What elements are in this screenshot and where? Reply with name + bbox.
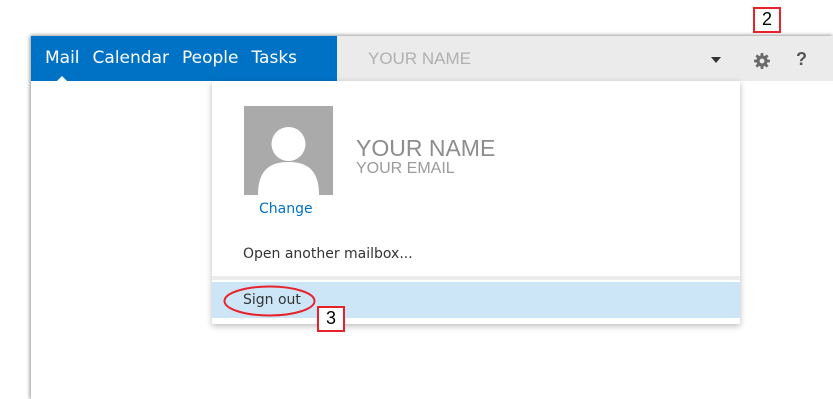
profile-email: YOUR EMAIL: [356, 160, 455, 177]
gear-icon[interactable]: [753, 52, 771, 70]
tab-tasks[interactable]: Tasks: [251, 36, 297, 81]
change-photo-link[interactable]: Change: [259, 201, 313, 217]
person-silhouette-icon: [244, 106, 333, 195]
profile-name: YOUR NAME: [356, 135, 496, 161]
callout-step-3: 3: [317, 306, 345, 332]
tab-mail[interactable]: Mail: [45, 36, 80, 81]
app-nav: Mail Calendar People Tasks: [31, 36, 337, 81]
callout-step-2: 2: [753, 7, 781, 33]
account-dropdown: Change YOUR NAME YOUR EMAIL Open another…: [212, 81, 740, 324]
tab-calendar[interactable]: Calendar: [93, 36, 169, 81]
tab-people[interactable]: People: [182, 36, 238, 81]
sign-out-button[interactable]: Sign out: [212, 282, 740, 318]
sign-out-label: Sign out: [243, 292, 301, 308]
open-another-mailbox-link[interactable]: Open another mailbox...: [243, 246, 413, 262]
help-button[interactable]: ?: [796, 44, 807, 74]
menu-divider: [212, 276, 740, 280]
caret-down-icon[interactable]: [711, 57, 721, 63]
user-display-name[interactable]: YOUR NAME: [368, 36, 471, 81]
